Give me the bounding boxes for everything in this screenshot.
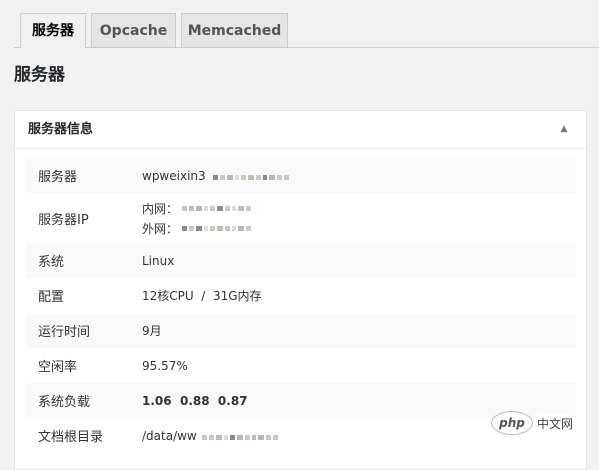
row-label: 空闲率 [38, 360, 78, 375]
tab-server[interactable]: 服务器 [20, 13, 86, 48]
table-row: 运行时间 9月 [26, 313, 576, 348]
panel-title: 服务器信息 [28, 122, 94, 137]
php-logo-icon: php [491, 411, 533, 435]
server-ip-values: 内网： 外网： [142, 200, 252, 237]
row-label: 服务器 [38, 170, 78, 185]
row-value: 95.57% [142, 358, 188, 373]
redacted-text [213, 174, 290, 180]
row-label: 配置 [38, 290, 65, 305]
row-label: 运行时间 [38, 325, 91, 340]
table-row: 服务器IP 内网： 外网： [26, 193, 576, 243]
php-cn-watermark: php 中文网 [491, 410, 597, 436]
internal-ip-line: 内网： [142, 200, 252, 217]
external-ip-line: 外网： [142, 220, 252, 237]
row-label: 服务器IP [38, 212, 89, 228]
redacted-text [201, 434, 278, 440]
table-row: 服务器 wpweixin3 [26, 158, 576, 193]
tab-opcache[interactable]: Opcache [91, 13, 176, 47]
row-label: 系统负载 [38, 395, 91, 410]
row-value: Linux [142, 253, 175, 268]
collapse-toggle-icon[interactable]: ▲ [554, 111, 574, 148]
tab-memcached[interactable]: Memcached [181, 13, 288, 47]
row-label: 系统 [38, 255, 65, 270]
row-label: 文档根目录 [38, 430, 104, 445]
server-hostname: wpweixin3 [142, 168, 290, 183]
panel-header[interactable]: 服务器信息 ▲ [15, 111, 586, 149]
table-row: 配置 12核CPU / 31G内存 [26, 278, 576, 313]
redacted-text [182, 225, 252, 231]
tab-bar-divider [14, 47, 599, 48]
table-row: 系统 Linux [26, 243, 576, 278]
row-value: 12核CPU / 31G内存 [142, 289, 262, 303]
page-title: 服务器 [14, 65, 65, 85]
row-value: 1.06 0.88 0.87 [142, 393, 248, 408]
document-root-value: /data/ww [142, 429, 278, 443]
table-row: 空闲率 95.57% [26, 348, 576, 383]
tab-bar: 服务器 Opcache Memcached [0, 0, 599, 48]
row-value: /data/ww [142, 428, 197, 443]
row-value: wpweixin3 [142, 168, 206, 183]
watermark-text: 中文网 [537, 414, 574, 432]
server-info-table: 服务器 wpweixin3 服务器IP 内网： 外网： 系统 Linux 配置 … [26, 158, 576, 453]
external-ip-label: 外网： [142, 221, 179, 236]
row-value: 9月 [142, 324, 162, 338]
redacted-text [182, 205, 252, 211]
internal-ip-label: 内网： [142, 201, 179, 216]
